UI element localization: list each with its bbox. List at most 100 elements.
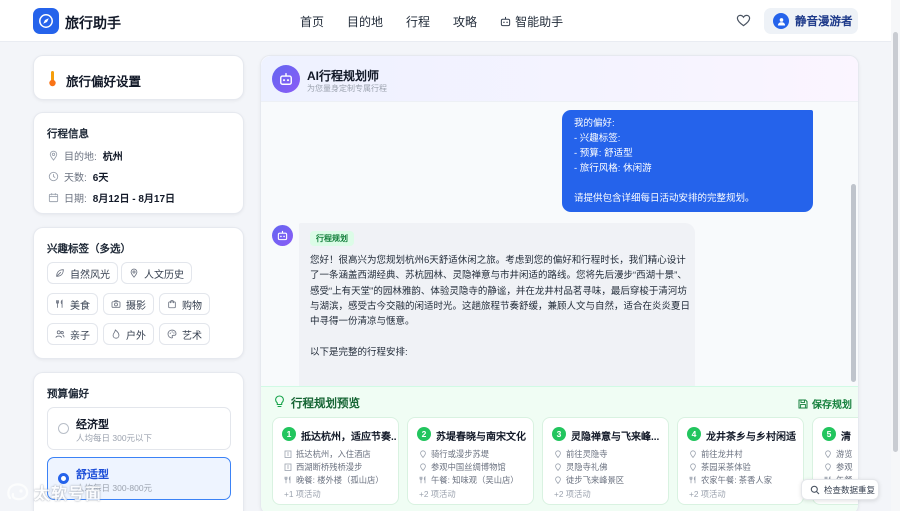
tag-art[interactable]: 艺术 [159,323,210,345]
day-number: 2 [417,427,431,441]
users-icon [55,330,65,338]
map-pin-icon [420,450,426,458]
day-item: 徒步飞来峰景区 [554,474,624,486]
message-line: - 兴趣标签: [574,133,621,144]
chat-header: AI行程规划师 为您量身定制专属行程 [261,56,858,102]
user-avatar [773,13,789,29]
day-card-3[interactable]: 3 灵隐禅意与飞来峰... 前往灵隐寺 灵隐寺礼佛 徒步飞来峰景区 +2 项活动 [542,417,669,505]
trip-dates-row: 日期: 8月12日 - 8月17日 [48,190,175,205]
user-icon [777,17,785,26]
favorites-heart-icon[interactable] [736,13,751,28]
robot-icon [500,16,511,27]
tag-label: 美食 [70,300,90,312]
ai-message-tag: 行程规划 [310,231,354,246]
clock-icon [48,171,59,182]
message-line: 中寻得一份清凉与惬意。 [310,316,415,328]
tag-family[interactable]: 亲子 [47,323,98,345]
message-line: 您好！很高兴为您规划杭州6天舒适休闲之旅。考虑到您的偏好和行程时长，我们精心设计 [310,255,686,266]
watermark: 太软号面 [6,480,102,504]
day-item-text: 徒步飞来峰景区 [566,475,625,485]
day-item-text: 灵隐寺礼佛 [566,462,608,472]
day-item-text: 西湖断桥残桥漫步 [296,462,363,472]
message-line: 请提供包含详细每日活动安排的完整规划。 [574,193,755,204]
budget-economy-radio[interactable] [58,423,69,434]
day-item-text: 游览 [836,449,853,459]
day-item: 农家午餐: 茶香人家 [689,474,772,486]
day-item: 茶园采茶体验 [689,461,751,473]
main-nav: 首页 目的地 行程 攻略 智能助手 [300,13,563,30]
day-item-text: 农家午餐: 茶香人家 [701,475,772,485]
budget-heading: 预算偏好 [47,388,89,400]
top-header: 旅行助手 首页 目的地 行程 攻略 智能助手 静音漫游者 [0,0,900,42]
user-message-bubble: 我的偏好: - 兴趣标签: - 预算: 舒适型 - 旅行风格: 休闲游 请提供包… [562,110,813,212]
app-brand: 旅行助手 [65,15,121,31]
tag-label: 摄影 [126,300,146,312]
user-menu-button[interactable]: 静音漫游者 [764,8,858,34]
day-title: 灵隐禅意与飞来峰... [571,432,660,443]
camera-icon [111,300,121,308]
day-more-activities: +2 项活动 [554,489,591,499]
trip-info-card: 行程信息 目的地: 杭州 天数: 6天 日期: 8月12日 - 8月17日 [33,112,244,214]
compass-icon [39,14,53,28]
robot-icon [277,230,288,241]
watermark-text: 太软号面 [34,486,103,503]
palette-icon [167,329,177,339]
page-scrollbar-thumb[interactable] [893,32,898,452]
search-icon [810,485,820,494]
save-icon [798,399,808,408]
nav-guides[interactable]: 攻略 [453,13,477,30]
budget-option-desc: 人均每日 300元以下 [76,433,153,443]
map-pin-icon [555,463,561,471]
tag-shopping[interactable]: 购物 [159,293,210,315]
trip-destination-label: 目的地: [64,152,97,163]
chat-title: AI行程规划师 [307,69,380,83]
trip-destination-row: 目的地: 杭州 [48,148,123,163]
day-card-2[interactable]: 2 苏堤春晓与南宋文化 骑行或漫步苏堤 参观中国丝绸博物馆 午餐: 知味观（吴山… [407,417,534,505]
save-plan-button[interactable]: 保存规划 [798,396,852,411]
trip-dates-value: 8月12日 - 8月17日 [92,194,176,205]
trip-destination-value: 杭州 [102,152,123,163]
chat-scrollbar-thumb[interactable] [851,184,856,382]
message-line: 我的偏好: [574,118,615,129]
check-duplicates-button[interactable]: 检查数据重复 [801,479,879,500]
day-card-1[interactable]: 1 抵达杭州，适应节奏... 抵达杭州，入住酒店 西湖断桥残桥漫步 晚餐: 楼外… [272,417,399,505]
chat-messages[interactable]: 我的偏好: - 兴趣标签: - 预算: 舒适型 - 旅行风格: 休闲游 请提供包… [261,102,858,407]
leaf-icon [56,269,64,277]
day-item: 晚餐: 楼外楼（孤山店） [284,474,384,486]
day-number: 3 [552,427,566,441]
ai-avatar [272,225,293,246]
tag-outdoor[interactable]: 户外 [103,323,154,345]
day-item-text: 前往灵隐寺 [566,449,608,459]
tag-label: 艺术 [182,330,202,342]
page-scrollbar[interactable] [891,0,900,511]
nav-ai-assistant[interactable]: 智能助手 [500,13,563,30]
app-logo[interactable] [33,8,59,34]
tag-label: 人文历史 [144,269,184,281]
lightbulb-icon [275,395,284,408]
message-line: 以下是完整的行程安排: [310,346,408,358]
building-icon [284,463,292,471]
tag-nature[interactable]: 自然风光 [47,262,118,284]
day-item: 参观 [824,461,853,473]
trip-dates-label: 日期: [64,194,87,205]
day-number: 5 [822,427,836,441]
trip-days-row: 天数: 6天 [48,169,108,184]
day-more-activities: +1 项活动 [284,489,321,499]
preferences-title: 旅行偏好设置 [66,75,142,89]
trip-info-heading: 行程信息 [47,128,89,140]
tag-photography[interactable]: 摄影 [103,293,154,315]
user-name: 静音漫游者 [795,16,853,28]
day-item: 骑行或漫步苏堤 [419,448,489,460]
day-item-text: 参观 [836,462,853,472]
budget-option-economy[interactable]: 经济型 人均每日 300元以下 [47,407,231,450]
tag-culture[interactable]: 人文历史 [121,262,192,284]
day-item-text: 骑行或漫步苏堤 [431,449,490,459]
building-icon [284,450,292,458]
day-card-4[interactable]: 4 龙井茶乡与乡村闲适 前往龙井村 茶园采茶体验 农家午餐: 茶香人家 +2 项… [677,417,804,505]
day-number: 4 [687,427,701,441]
tag-food[interactable]: 美食 [47,293,98,315]
nav-destinations[interactable]: 目的地 [347,13,383,30]
nav-itinerary[interactable]: 行程 [406,13,430,30]
nav-home[interactable]: 首页 [300,13,324,30]
day-item-text: 晚餐: 楼外楼（孤山店） [296,475,384,485]
